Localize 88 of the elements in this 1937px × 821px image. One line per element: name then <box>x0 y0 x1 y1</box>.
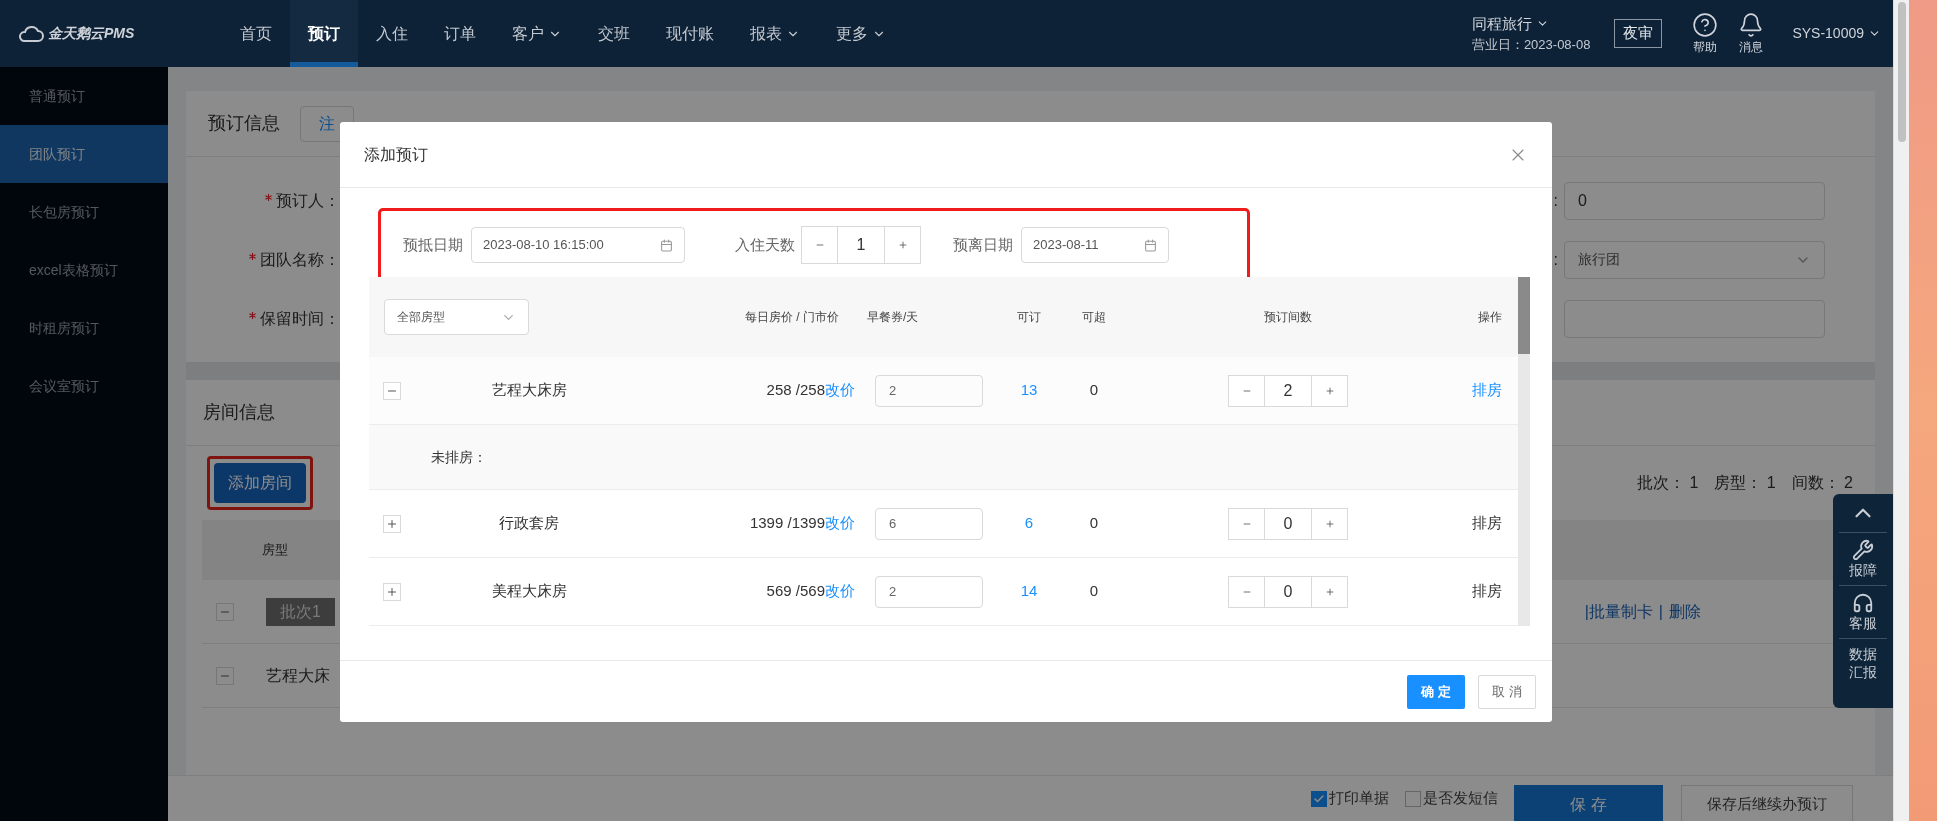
nav-tab[interactable]: 订单 <box>426 0 494 67</box>
collapse-toggle[interactable] <box>216 602 234 621</box>
overbook-count: 0 <box>1088 513 1100 534</box>
browser-scrollbar[interactable] <box>1893 0 1909 821</box>
check-icon <box>1313 792 1325 805</box>
app-logo: 金天鹅云PMS <box>48 24 135 43</box>
breakfast-input[interactable]: 2 <box>875 374 983 407</box>
cancel-button[interactable]: 取 消 <box>1478 674 1536 709</box>
input-field[interactable]: 0 <box>1564 181 1825 220</box>
assign-room-link[interactable]: 排房 <box>1447 580 1518 603</box>
breakfast-input[interactable]: 2 <box>875 575 983 608</box>
help-icon <box>1692 11 1719 38</box>
business-day: 营业日：2023-08-08 <box>1471 35 1591 55</box>
overbook-count: 0 <box>1088 581 1100 602</box>
nav-tab[interactable]: 更多 <box>818 0 904 67</box>
column-header: 预订间数 <box>1263 309 1313 326</box>
room-name: 美程大床房 <box>490 581 568 602</box>
tool-link[interactable]: 客服 <box>1848 614 1878 632</box>
nav-tab[interactable]: 报表 <box>732 0 818 67</box>
field-label: 预抵日期 <box>403 234 463 255</box>
tool-link[interactable]: 数据汇报 <box>1848 645 1878 681</box>
room-name: 艺程大床房 <box>490 380 568 401</box>
group-type-select[interactable]: 旅行团 <box>1564 240 1825 279</box>
room-type-select[interactable]: 全部房型 <box>384 299 529 335</box>
field-label: 预订人： <box>276 190 340 211</box>
tool-link[interactable]: 报障 <box>1848 561 1878 579</box>
notifications-button[interactable]: 消息 <box>1738 11 1765 56</box>
action-link[interactable]: 删除 <box>1669 599 1701 624</box>
field-label: : <box>1553 190 1558 211</box>
calendar-icon <box>1144 238 1157 252</box>
wrench-icon <box>1852 539 1874 561</box>
expand-toggle[interactable] <box>383 514 401 533</box>
assign-room-link[interactable]: 排房 <box>1447 512 1518 535</box>
column-header: 可超 <box>1081 309 1107 326</box>
night-audit-button[interactable]: 夜审 <box>1614 19 1663 48</box>
headset-icon <box>1852 592 1874 614</box>
section-title: 预订信息 <box>208 112 280 135</box>
collapse-toggle[interactable] <box>216 666 234 685</box>
column-header: 早餐券/天 <box>866 309 920 326</box>
column-header: 操作 <box>1477 309 1503 326</box>
overbook-count: 0 <box>1088 380 1100 401</box>
price-text: 258 /258 <box>766 381 825 399</box>
plus-icon <box>386 585 398 598</box>
field-label: 入住天数 <box>735 234 795 255</box>
nav-tab[interactable]: 首页 <box>222 0 290 67</box>
checkbox[interactable] <box>1311 790 1327 807</box>
price-text: 1399 /1399 <box>749 514 825 532</box>
column-header: 可订 <box>1016 309 1042 326</box>
column-header: 房型 <box>262 541 288 560</box>
field-label: 团队名称： <box>260 249 340 270</box>
section-title: 房间信息 <box>203 401 275 424</box>
separator-text: | <box>1658 601 1663 622</box>
room-type-text: 艺程大床 <box>266 665 330 686</box>
breakfast-input[interactable]: 6 <box>875 507 983 540</box>
expand-toggle[interactable] <box>383 582 401 601</box>
save-and-continue-button[interactable]: 保存后继续办预订 <box>1681 784 1853 821</box>
user-menu[interactable]: SYS-10009 <box>1792 23 1881 44</box>
column-header: 每日房价 / 门市价 <box>744 309 840 326</box>
collapse-toggle[interactable] <box>383 381 401 400</box>
nav-tab[interactable]: 客户 <box>494 0 580 67</box>
unassigned-label: 未排房： <box>431 447 487 467</box>
checkbox-label: 打印单据 <box>1329 788 1389 809</box>
hotel-name[interactable]: 同程旅行 <box>1471 12 1591 35</box>
plus-icon <box>386 517 398 530</box>
field-label: 保留时间： <box>260 308 340 329</box>
nav-tab[interactable]: 现付账 <box>648 0 732 67</box>
action-link[interactable]: |批量制卡 <box>1584 599 1653 624</box>
help-button[interactable]: 帮助 <box>1692 11 1719 56</box>
batch-tag: 批次1 <box>266 597 335 626</box>
checkbox[interactable] <box>1405 790 1421 807</box>
room-name: 行政套房 <box>498 513 560 534</box>
summary-stat: 房型： 1 <box>1714 473 1776 493</box>
nav-tab[interactable]: 入住 <box>358 0 426 67</box>
nav-tab[interactable]: 预订 <box>290 0 358 67</box>
checkbox-label: 是否发短信 <box>1423 788 1498 809</box>
field-label: 预离日期 <box>953 234 1013 255</box>
scrollbar-thumb[interactable] <box>1518 277 1530 354</box>
cloud-logo-icon <box>18 24 44 43</box>
price-text: 569 /569 <box>766 582 825 600</box>
field-label: : <box>1553 249 1558 270</box>
nav-tab[interactable]: 交班 <box>580 0 648 67</box>
arrival-date-field[interactable]: 2023-08-10 16:15:00 <box>471 227 685 263</box>
dialog-title: 添加预订 <box>364 144 428 165</box>
summary-stat: 间数： 2 <box>1791 473 1853 493</box>
calendar-icon <box>660 238 673 252</box>
add-room-button[interactable]: 添加房间 <box>214 463 306 503</box>
departure-date-field[interactable]: 2023-08-11 <box>1021 227 1169 263</box>
summary-stat: 批次： 1 <box>1636 473 1699 493</box>
